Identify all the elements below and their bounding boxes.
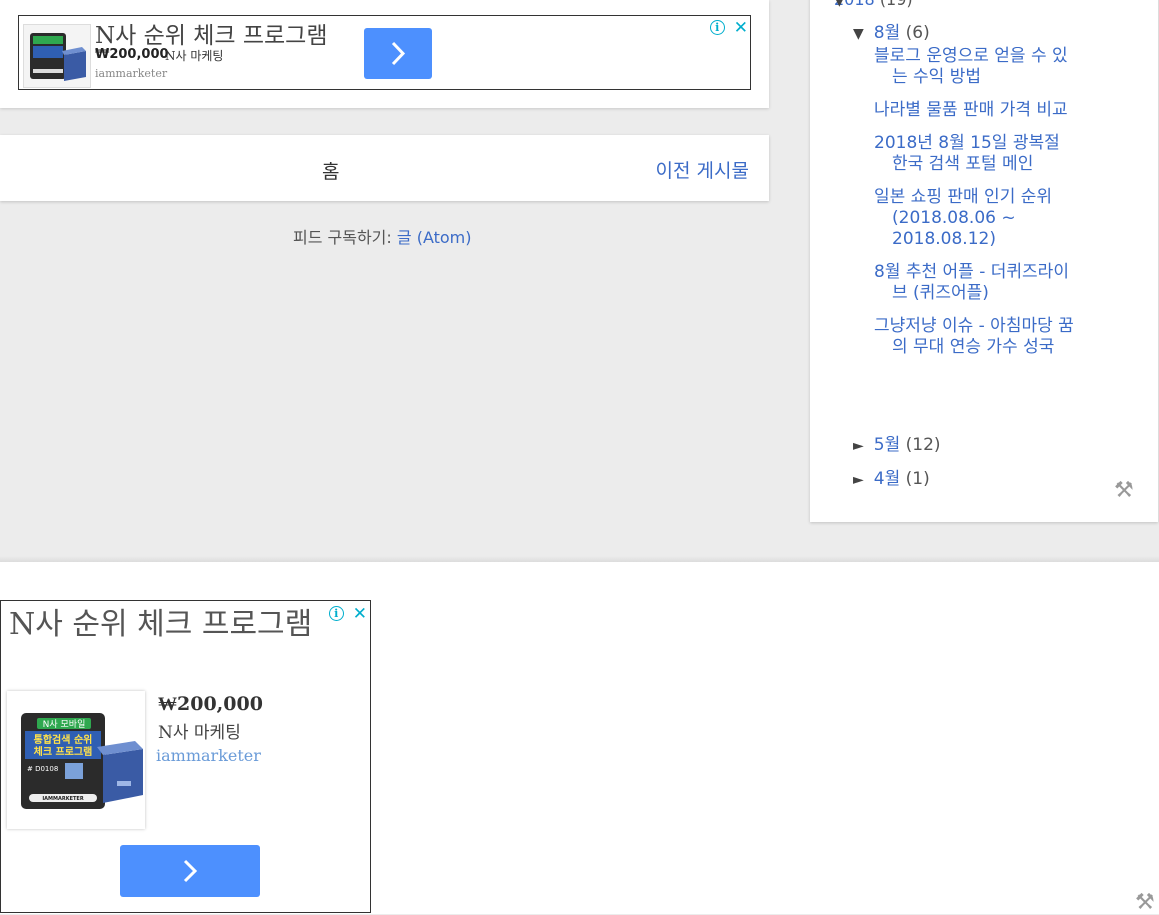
feed-prefix: 피드 구독하기: [293,228,397,247]
archive-post-item: 8월 추천 어플 - 더퀴즈라이브 (퀴즈어플) [874,262,1074,304]
ad-vendor: N사 마케팅 [158,723,241,743]
ad-open-button[interactable] [364,28,432,79]
ad-close-icon[interactable]: ✕ [734,19,748,36]
archive-post-link[interactable]: 8월 추천 어플 - 더퀴즈라이브 (퀴즈어플) [874,262,1069,303]
thumb-line-2: 체크 프로그램 [34,745,93,758]
archive-post-item: 2018년 8월 15일 광복절 한국 검색 포털 메인 [874,133,1074,175]
archive-month-count: (12) [905,435,941,455]
home-link[interactable]: 홈 [322,157,339,184]
feed-subscribe: 피드 구독하기: 글 (Atom) [293,224,472,248]
ad-product-image[interactable]: N사 모바일 통합검색 순위 체크 프로그램 # D0108 IAMMARKET… [7,691,145,829]
archive-post-link[interactable]: 일본 쇼핑 판매 인기 순위 (2018.08.06 ~ 2018.08.12) [874,187,1052,249]
archive-post-item: 그냥저냥 이슈 - 아침마당 꿈의 무대 연승 가수 성국 [874,316,1074,358]
archive-post-link[interactable]: 나라별 물품 판매 가격 비교 [874,100,1068,120]
archive-month-count: (1) [905,469,930,489]
chevron-right-icon [183,859,198,883]
archive-post-link[interactable]: 블로그 운영으로 얻을 수 있는 수익 방법 [874,46,1068,87]
thumb-footer: IAMMARKETER [42,796,84,802]
archive-month-label[interactable]: 4월 [874,469,900,489]
blog-pager: 홈 이전 게시물 [0,135,769,201]
atom-feed-link[interactable]: 글 (Atom) [397,228,472,247]
ad-product-image[interactable] [23,24,91,88]
ad-banner-small[interactable]: N사 순위 체크 프로그램 ₩200,000 N사 마케팅 iammarkete… [18,15,751,90]
widget-edit-icon[interactable]: ⚒ [1114,478,1134,503]
archive-post-item: 나라별 물품 판매 가격 비교 [874,100,1074,121]
ad-banner-large[interactable]: N사 순위 체크 프로그램 i ✕ N사 모바일 통합검색 순위 체크 프로그램… [0,600,371,913]
ad-info-icon[interactable]: i [328,606,344,621]
toggle-expand-icon[interactable]: ► [853,472,864,488]
product-box-icon: N사 모바일 통합검색 순위 체크 프로그램 # D0108 IAMMARKET… [21,713,143,809]
archive-post-item: 블로그 운영으로 얻을 수 있는 수익 방법 [874,46,1074,88]
archive-post-list: 블로그 운영으로 얻을 수 있는 수익 방법 나라별 물품 판매 가격 비교 2… [874,46,1074,370]
archive-month-label[interactable]: 8월 [874,23,900,43]
thumb-code: # D0108 [27,765,58,773]
thumb-line-1: 통합검색 순위 [34,733,93,746]
product-box-icon [30,33,86,81]
ad-title[interactable]: N사 순위 체크 프로그램 [9,607,329,643]
ad-domain[interactable]: iammarketer [156,746,261,765]
archive-post-link[interactable]: 그냥저냥 이슈 - 아침마당 꿈의 무대 연승 가수 성국 [874,316,1074,357]
ad-close-icon[interactable]: ✕ [353,605,367,622]
ad-choices: i ✕ [328,603,367,622]
archive-post-item: 일본 쇼핑 판매 인기 순위 (2018.08.06 ~ 2018.08.12) [874,187,1074,250]
archive-month-count: (6) [905,23,930,43]
ad-price: ₩200,000 [158,693,263,715]
archive-month-april[interactable]: ► 4월 (1) [853,464,930,489]
ad-choices: i ✕ [709,17,748,36]
ad-domain[interactable]: iammarketer [95,67,167,80]
ad-info-icon[interactable]: i [709,20,725,35]
older-posts-link[interactable]: 이전 게시물 [656,156,749,183]
archive-year-count: (19) [880,0,913,9]
archive-month-august[interactable]: ▼ 8월 (6) [853,18,930,43]
archive-year-2018[interactable]: ▼ 2018 (19) [834,0,913,9]
toggle-expand-icon[interactable]: ► [853,438,864,454]
archive-month-may[interactable]: ► 5월 (12) [853,430,941,455]
archive-post-link[interactable]: 2018년 8월 15일 광복절 한국 검색 포털 메인 [874,133,1060,174]
ad-open-button[interactable] [120,845,260,897]
thumb-badge-text: N사 모바일 [43,719,86,730]
ad-vendor: N사 마케팅 [165,49,224,63]
widget-edit-icon[interactable]: ⚒ [1135,890,1155,915]
toggle-collapse-icon[interactable]: ▼ [853,26,864,42]
post-card: N사 순위 체크 프로그램 ₩200,000 N사 마케팅 iammarkete… [0,0,769,108]
chevron-right-icon [391,41,406,66]
ad-price: ₩200,000 [95,47,169,62]
toggle-collapse-icon[interactable]: ▼ [834,0,845,9]
ad-title[interactable]: N사 순위 체크 프로그램 [95,16,328,50]
archive-month-label[interactable]: 5월 [874,435,900,455]
